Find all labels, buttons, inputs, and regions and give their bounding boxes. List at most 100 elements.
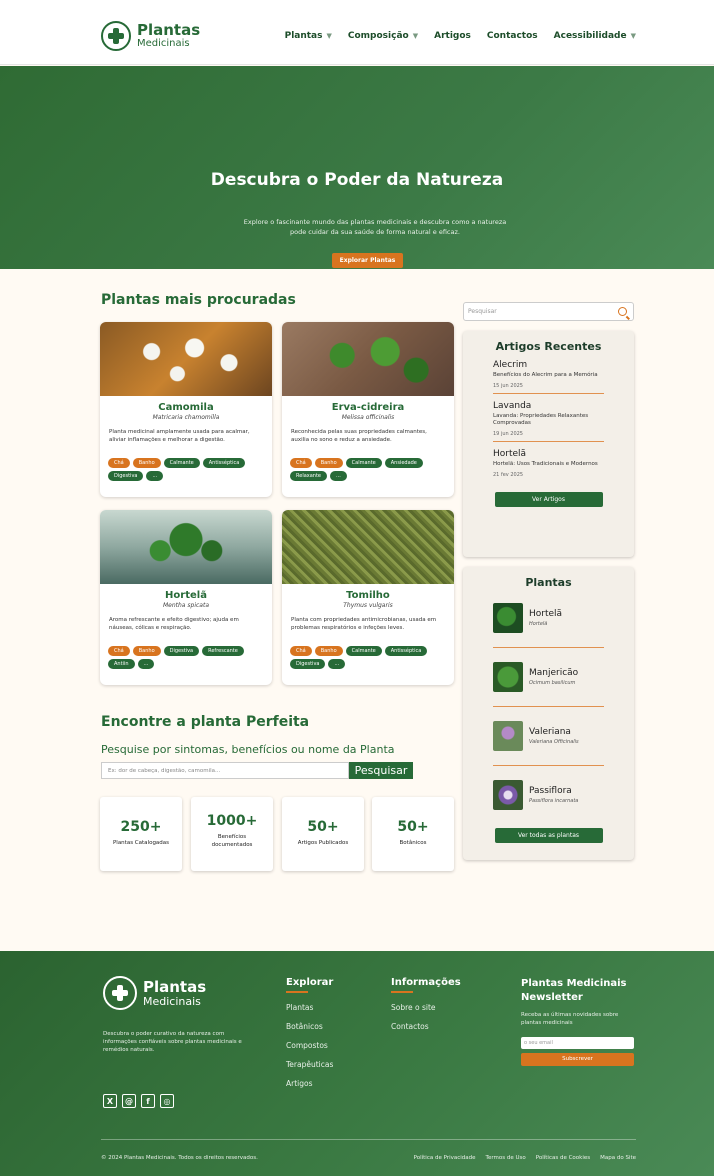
- cross-leaf-icon: [101, 21, 131, 51]
- nav-composicao[interactable]: Composição ▼: [348, 31, 418, 41]
- threads-icon[interactable]: @: [122, 1094, 136, 1108]
- plant-search-form: Ex: dor de cabeça, digestão, camomila...…: [101, 762, 413, 779]
- view-articles-button[interactable]: Ver Artigos: [494, 491, 603, 507]
- chevron-down-icon: ▼: [412, 32, 419, 40]
- plant-tags: Chá Banho Calmante Antisséptica Digestiv…: [290, 646, 446, 669]
- tag[interactable]: Calmante: [345, 458, 382, 468]
- tag[interactable]: ...: [330, 471, 347, 481]
- footer-link[interactable]: Compostos: [286, 1041, 333, 1050]
- footer-link[interactable]: Plantas: [286, 1003, 333, 1012]
- stat-card: 50+ Botânicos: [372, 797, 454, 871]
- tag[interactable]: Chá: [108, 458, 130, 468]
- footer-link[interactable]: Contactos: [391, 1022, 461, 1031]
- sidebar-plant-item[interactable]: Valeriana Valeriana Officinalis: [493, 707, 604, 766]
- plant-scientific-name: Matricaria chamomilla: [152, 414, 220, 421]
- view-all-plants-button[interactable]: Ver todas as plantas: [494, 828, 603, 843]
- x-icon[interactable]: X: [103, 1094, 117, 1108]
- tag[interactable]: Antiin: [108, 659, 135, 669]
- logo-subtitle: Medicinais: [137, 38, 190, 49]
- plant-thumbnail: [493, 780, 523, 810]
- stat-number: 50+: [307, 819, 339, 835]
- sidebar-plant-item[interactable]: Passiflora Passiflora incarnata: [493, 766, 604, 824]
- plant-image: [100, 322, 272, 396]
- footer-link[interactable]: Terapêuticas: [286, 1060, 333, 1069]
- footer-info: Informações Sobre o site Contactos: [391, 977, 461, 1031]
- stat-card: 250+ Plantas Catalogadas: [100, 797, 182, 871]
- plant-tags: Chá Banho Digestiva Refrescante Antiin .…: [108, 646, 264, 669]
- plant-card-tomilho[interactable]: Tomilho Thymus vulgaris Planta com propr…: [282, 510, 454, 685]
- tag[interactable]: Antisséptica: [202, 458, 246, 468]
- tag[interactable]: Chá: [290, 646, 312, 656]
- legal-link[interactable]: Mapa do Site: [600, 1155, 636, 1161]
- footer-link[interactable]: Botânicos: [286, 1022, 333, 1031]
- legal-link[interactable]: Política de Privacidade: [414, 1155, 476, 1161]
- article-item[interactable]: Alecrim Benefícios do Alecrim para a Mem…: [493, 360, 604, 394]
- facebook-icon[interactable]: f: [141, 1094, 155, 1108]
- tag[interactable]: ...: [146, 471, 164, 481]
- subscribe-button[interactable]: Subscrever: [521, 1052, 634, 1066]
- tag[interactable]: Refrescante: [202, 646, 244, 656]
- legal-link[interactable]: Termos de Uso: [486, 1155, 526, 1161]
- stat-card: 1000+ Benefícios documentados: [191, 797, 273, 871]
- plant-thumbnail: [493, 603, 523, 633]
- tag[interactable]: Calmante: [163, 458, 200, 468]
- search-icon[interactable]: [618, 307, 627, 316]
- site-logo[interactable]: Plantas Medicinais: [101, 21, 200, 51]
- tag[interactable]: Ansiedade: [384, 458, 423, 468]
- email-field[interactable]: o seu email: [521, 1036, 634, 1049]
- finder-subtitle: Pesquise por sintomas, benefícios ou nom…: [101, 743, 395, 756]
- recent-articles-panel: Artigos Recentes Alecrim Benefícios do A…: [463, 331, 634, 557]
- tag[interactable]: Antisséptica: [384, 646, 428, 656]
- tag[interactable]: Chá: [108, 646, 130, 656]
- plant-scientific-name: Thymus vulgaris: [343, 602, 393, 609]
- sidebar-search-input[interactable]: Pesquisar: [463, 302, 634, 321]
- tag[interactable]: Banho: [132, 646, 161, 656]
- site-header: Plantas Medicinais Plantas ▼ Composição ▼ …: [0, 0, 714, 65]
- stat-number: 250+: [120, 819, 162, 835]
- tag[interactable]: Banho: [314, 646, 343, 656]
- tag[interactable]: Calmante: [345, 646, 382, 656]
- footer-link[interactable]: Sobre o site: [391, 1003, 461, 1012]
- hero-text: Explore o fascinante mundo das plantas m…: [243, 218, 507, 236]
- sidebar-plant-item[interactable]: Hortelã Hortelã: [493, 589, 604, 648]
- stat-card: 50+ Artigos Publicados: [282, 797, 364, 871]
- nav-acessibilidade[interactable]: Acessibilidade ▼: [554, 31, 636, 41]
- plant-description: Planta medicinal amplamente usada para a…: [109, 429, 250, 444]
- stat-label: Artigos Publicados: [297, 840, 349, 846]
- tag[interactable]: Banho: [132, 458, 161, 468]
- plant-card-hortela[interactable]: Hortelã Mentha spicata Aroma refrescante…: [100, 510, 272, 685]
- tag[interactable]: Digestiva: [163, 646, 200, 656]
- tag[interactable]: ...: [328, 659, 346, 669]
- tag[interactable]: Banho: [314, 458, 343, 468]
- plant-name: Camomila: [158, 402, 214, 413]
- tag[interactable]: ...: [137, 659, 155, 669]
- site-footer: Plantas Medicinais Descubra o poder cura…: [0, 951, 714, 1176]
- nav-artigos[interactable]: Artigos: [434, 31, 471, 41]
- plant-tags: Chá Banho Calmante Ansiedade Relaxante .…: [290, 458, 446, 481]
- social-links: X @ f ◎: [103, 1094, 174, 1108]
- article-item[interactable]: Lavanda Lavanda: Propriedades Relaxantes…: [493, 401, 604, 443]
- nav-plantas[interactable]: Plantas ▼: [285, 31, 332, 41]
- tag[interactable]: Relaxante: [290, 471, 328, 481]
- symptom-search-input[interactable]: Ex: dor de cabeça, digestão, camomila...: [101, 762, 349, 779]
- search-button[interactable]: Pesquisar: [349, 762, 413, 779]
- instagram-icon[interactable]: ◎: [160, 1094, 174, 1108]
- article-item[interactable]: Hortelã Hortelã: Usos Tradicionais e Mod…: [493, 449, 604, 482]
- plant-scientific-name: Melissa officinalis: [341, 414, 395, 421]
- footer-logo[interactable]: Plantas Medicinais: [103, 976, 206, 1010]
- footer-explore: Explorar Plantas Botânicos Compostos Ter…: [286, 977, 334, 1088]
- plant-thumbnail: [493, 662, 523, 692]
- explore-plants-button[interactable]: Explorar Plantas: [332, 253, 403, 268]
- footer-link[interactable]: Artigos: [286, 1079, 333, 1088]
- tag[interactable]: Digestiva: [108, 471, 144, 481]
- nav-contactos[interactable]: Contactos: [487, 31, 538, 41]
- plant-card-erva-cidreira[interactable]: Erva-cidreira Melissa officinalis Reconh…: [282, 322, 454, 497]
- tag[interactable]: Digestiva: [290, 659, 326, 669]
- tag[interactable]: Chá: [290, 458, 312, 468]
- legal-link[interactable]: Políticas de Cookies: [536, 1155, 590, 1161]
- recent-articles-title: Artigos Recentes: [495, 340, 602, 353]
- sidebar-plant-item[interactable]: Manjericão Ocimum basilicum: [493, 648, 604, 707]
- plant-name: Tomilho: [346, 590, 390, 601]
- plant-card-camomila[interactable]: Camomila Matricaria chamomilla Planta me…: [100, 322, 272, 497]
- stat-label: Plantas Catalogadas: [112, 840, 170, 846]
